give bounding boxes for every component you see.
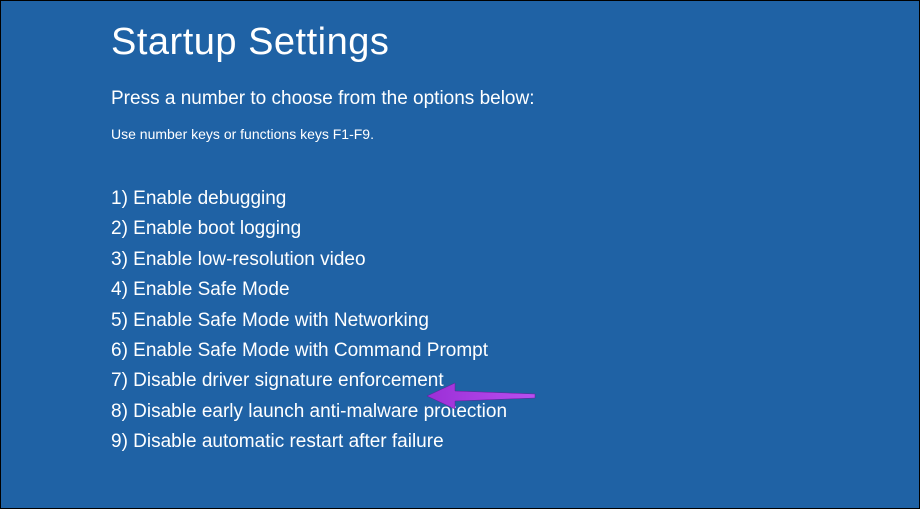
option-2[interactable]: 2) Enable boot logging [111, 214, 809, 244]
instruction-text: Use number keys or functions keys F1-F9. [111, 126, 809, 142]
options-list: 1) Enable debugging 2) Enable boot loggi… [111, 184, 809, 458]
startup-settings-screen: Startup Settings Press a number to choos… [1, 1, 919, 458]
option-3[interactable]: 3) Enable low-resolution video [111, 245, 809, 275]
option-6[interactable]: 6) Enable Safe Mode with Command Prompt [111, 336, 809, 366]
subtitle: Press a number to choose from the option… [111, 88, 809, 110]
option-8[interactable]: 8) Disable early launch anti-malware pro… [111, 397, 809, 427]
option-4[interactable]: 4) Enable Safe Mode [111, 275, 809, 305]
option-5[interactable]: 5) Enable Safe Mode with Networking [111, 306, 809, 336]
option-7[interactable]: 7) Disable driver signature enforcement [111, 366, 809, 396]
page-title: Startup Settings [111, 21, 809, 64]
option-1[interactable]: 1) Enable debugging [111, 184, 809, 214]
option-9[interactable]: 9) Disable automatic restart after failu… [111, 427, 809, 457]
